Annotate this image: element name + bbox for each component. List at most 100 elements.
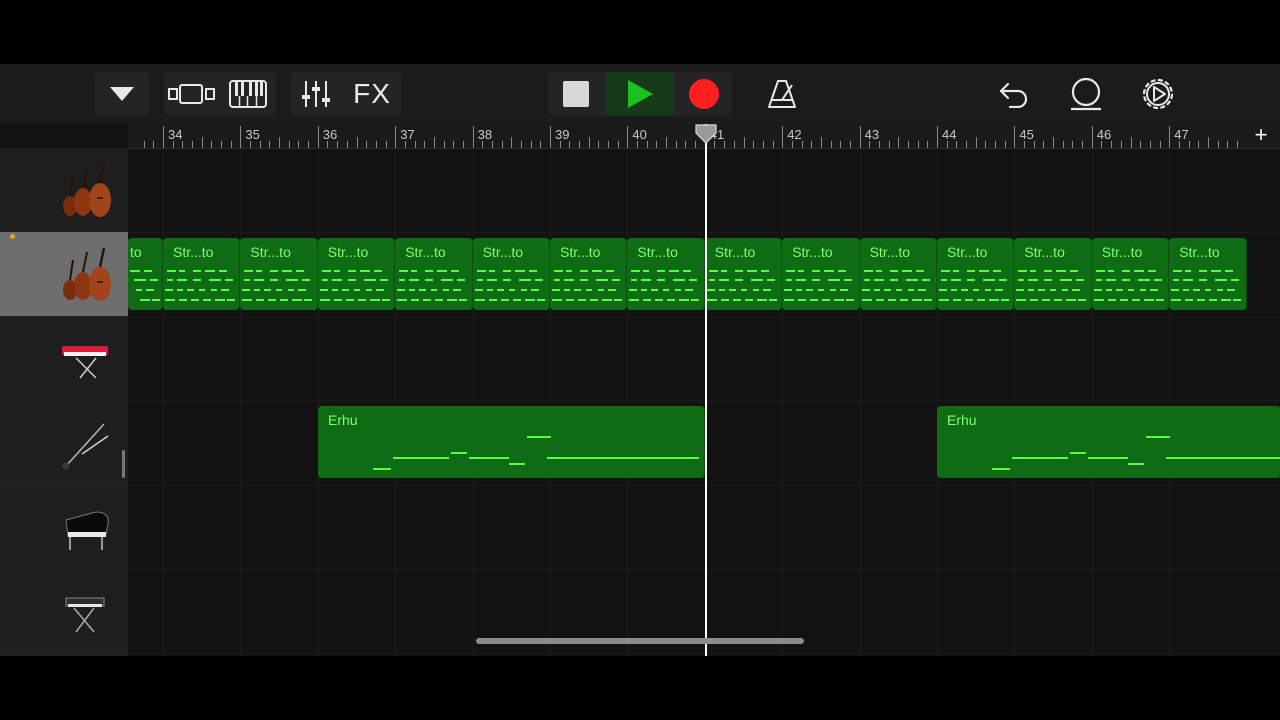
beat-tick <box>1043 141 1045 148</box>
midi-note <box>663 289 670 291</box>
track-header[interactable] <box>0 148 128 233</box>
erhu-region[interactable]: Erhu <box>937 406 1280 478</box>
midi-note <box>431 289 438 291</box>
bar-line <box>1091 126 1093 148</box>
midi-note <box>177 289 183 291</box>
midi-note <box>834 299 845 301</box>
midi-note <box>1028 279 1039 281</box>
midi-note <box>752 289 759 291</box>
vertical-scroll-indicator[interactable] <box>122 450 125 478</box>
settings-icon <box>1142 78 1174 110</box>
beat-tick <box>221 141 223 148</box>
track-header[interactable] <box>0 400 128 485</box>
strings-region[interactable]: Str...to <box>782 238 860 310</box>
add-section-button[interactable]: + <box>1250 124 1272 146</box>
midi-note <box>691 299 700 301</box>
strings-region[interactable]: Str...to <box>704 238 783 310</box>
midi-note <box>1050 289 1057 291</box>
midi-note <box>451 270 460 272</box>
midi-note <box>1044 270 1053 272</box>
tracks-dropdown-button[interactable] <box>94 72 150 116</box>
keyboard-button[interactable] <box>220 72 276 116</box>
beat-tick <box>1082 141 1084 148</box>
midi-note <box>760 270 769 272</box>
midi-note <box>365 289 372 291</box>
tracks-view-button[interactable] <box>164 72 220 116</box>
strings-region[interactable]: Str...to <box>1169 238 1247 310</box>
strings-region[interactable]: Str...to <box>317 238 396 310</box>
mixer-button[interactable] <box>290 72 342 116</box>
bar-gridline <box>859 148 861 656</box>
region-label: Str...to <box>250 244 291 260</box>
midi-note <box>606 270 614 272</box>
beat-tick <box>540 141 542 148</box>
midi-note <box>451 452 467 454</box>
strings-region[interactable]: Str...to <box>240 238 318 310</box>
track-header[interactable] <box>0 484 128 569</box>
erhu-region[interactable]: Erhu <box>318 406 705 478</box>
undo-button[interactable] <box>990 72 1038 116</box>
track-header[interactable] <box>0 232 128 317</box>
track-header[interactable] <box>0 316 128 401</box>
midi-note <box>341 289 349 291</box>
midi-note <box>321 270 331 272</box>
midi-note <box>708 270 718 272</box>
midi-note <box>863 279 870 281</box>
fx-button[interactable]: FX <box>346 72 398 116</box>
midi-note <box>554 270 563 272</box>
metronome-button[interactable] <box>758 72 806 116</box>
stop-button[interactable] <box>548 72 604 116</box>
midi-note <box>1115 289 1123 291</box>
strings-region[interactable]: Str...to <box>1091 238 1170 310</box>
beat-tick <box>182 141 184 148</box>
midi-note <box>288 289 295 291</box>
track-header[interactable] <box>0 568 128 653</box>
midi-note <box>1060 279 1073 281</box>
record-button[interactable] <box>676 72 732 116</box>
midi-note <box>1070 270 1079 272</box>
beat-tick <box>811 141 813 148</box>
beat-tick <box>356 137 358 148</box>
strings-region[interactable]: Str...to <box>395 238 473 310</box>
midi-note <box>144 270 152 272</box>
midi-note <box>1137 279 1150 281</box>
strings-region[interactable]: Str...to <box>627 238 705 310</box>
beat-tick <box>424 141 426 148</box>
midi-note <box>333 299 342 301</box>
bar-number: 40 <box>632 127 647 142</box>
midi-note <box>796 279 807 281</box>
beat-tick <box>520 141 522 148</box>
record-enable-dot <box>10 234 15 239</box>
midi-note <box>474 299 485 301</box>
strings-region[interactable]: Str...to <box>163 238 241 310</box>
beat-tick <box>1004 141 1006 148</box>
tracks-area[interactable]: to Str...to Str...to Str...to Str...to Str...… <box>128 148 1280 656</box>
region-label: to <box>130 244 142 260</box>
play-button[interactable] <box>606 72 674 116</box>
midi-note <box>1225 270 1234 272</box>
settings-button[interactable] <box>1134 72 1182 116</box>
midi-note <box>875 270 882 272</box>
midi-note <box>564 279 574 281</box>
loop-browser-button[interactable] <box>1062 72 1110 116</box>
midi-note <box>979 270 989 272</box>
strings-region[interactable]: to <box>128 238 163 310</box>
strings-region[interactable]: Str...to <box>859 238 937 310</box>
strings-region[interactable]: Str...to <box>937 238 1015 310</box>
strings-region[interactable]: Str...to <box>472 238 550 310</box>
region-label: Str...to <box>714 244 756 260</box>
midi-note <box>685 289 694 291</box>
strings-region[interactable]: Str...to <box>1014 238 1092 310</box>
strings-region[interactable]: Str...to <box>550 238 628 310</box>
horizontal-scrollbar[interactable] <box>476 638 804 644</box>
midi-note <box>951 279 961 281</box>
midi-note <box>345 299 354 301</box>
playhead[interactable] <box>705 124 707 656</box>
midi-note <box>1217 289 1224 291</box>
beat-tick <box>288 141 290 148</box>
midi-note <box>921 279 930 281</box>
midi-note <box>574 289 581 291</box>
playhead-handle[interactable] <box>695 124 717 144</box>
beat-tick <box>569 141 571 148</box>
midi-note <box>165 299 175 301</box>
